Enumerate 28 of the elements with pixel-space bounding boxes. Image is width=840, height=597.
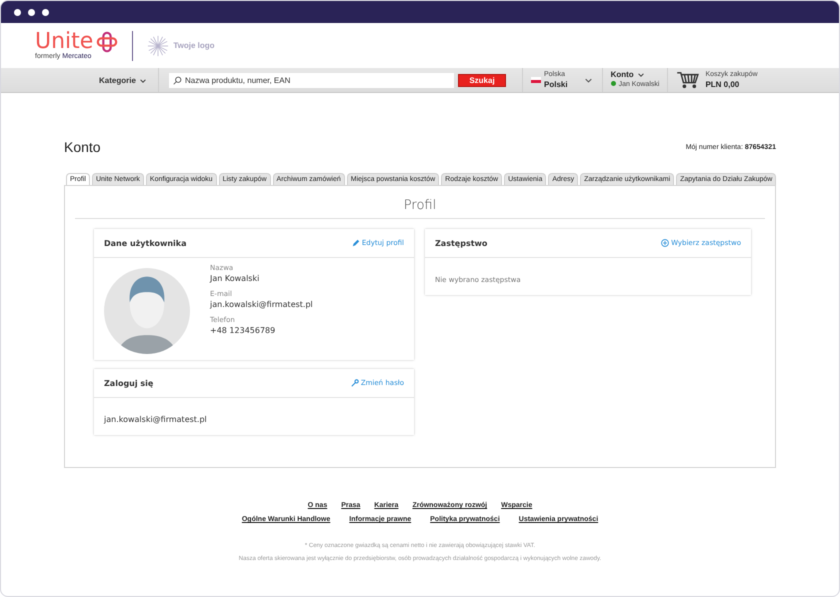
window-dot-icon [42, 8, 49, 16]
window-dot-icon [14, 8, 21, 16]
card-title: Dane użytkownika [104, 238, 186, 248]
starburst-logo-icon [147, 34, 170, 56]
key-icon [350, 379, 359, 387]
plus-circle-icon [661, 239, 670, 247]
categories-menu[interactable]: Kategorie [99, 68, 159, 92]
chevron-icon [638, 73, 644, 77]
partner-logo-text: Twoje logo [173, 41, 215, 50]
card-title: Zaloguj się [104, 378, 154, 388]
field-value: +48 123456789 [210, 326, 276, 335]
shopping-cart-icon [676, 71, 700, 89]
section-title: Profil [75, 186, 765, 219]
search-button[interactable]: Szukaj [458, 74, 506, 86]
login-email: jan.kowalski@firmatest.pl [104, 415, 207, 424]
card-title: Zastępstwo [435, 238, 488, 248]
chevron-icon [140, 78, 146, 82]
brand-logo-text: Unite [35, 31, 94, 53]
pencil-icon [352, 239, 360, 247]
knot-logo-icon [96, 31, 118, 53]
window-dot-icon [28, 8, 35, 16]
search-field[interactable]: Nazwa produktu, numer, EAN [169, 72, 454, 88]
page-title: Konto [64, 139, 101, 155]
chevron-icon [584, 78, 592, 82]
field-value: jan.kowalski@firmatest.pl [210, 300, 313, 309]
field-value: Jan Kowalski [210, 274, 260, 283]
flag-icon [531, 77, 541, 83]
search-icon [173, 76, 182, 84]
